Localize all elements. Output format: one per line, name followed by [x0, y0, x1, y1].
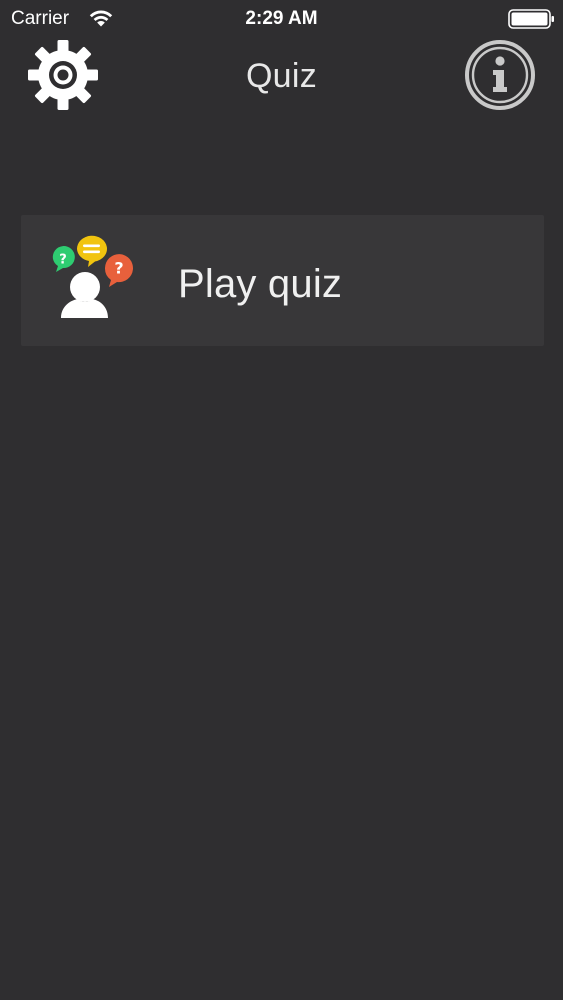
- battery-icon: [508, 9, 554, 29]
- status-bar: Carrier 2:29 AM: [0, 0, 563, 40]
- status-time: 2:29 AM: [245, 8, 318, 29]
- info-icon[interactable]: [462, 40, 538, 114]
- play-quiz-label: Play quiz: [178, 262, 343, 306]
- play-quiz-button[interactable]: ? ? Play quiz: [21, 215, 544, 346]
- svg-text:?: ?: [114, 259, 123, 278]
- nav-bar: Quiz: [0, 40, 563, 120]
- svg-text:?: ?: [59, 253, 67, 268]
- quiz-person-speech-bubbles-icon: ? ?: [52, 235, 133, 318]
